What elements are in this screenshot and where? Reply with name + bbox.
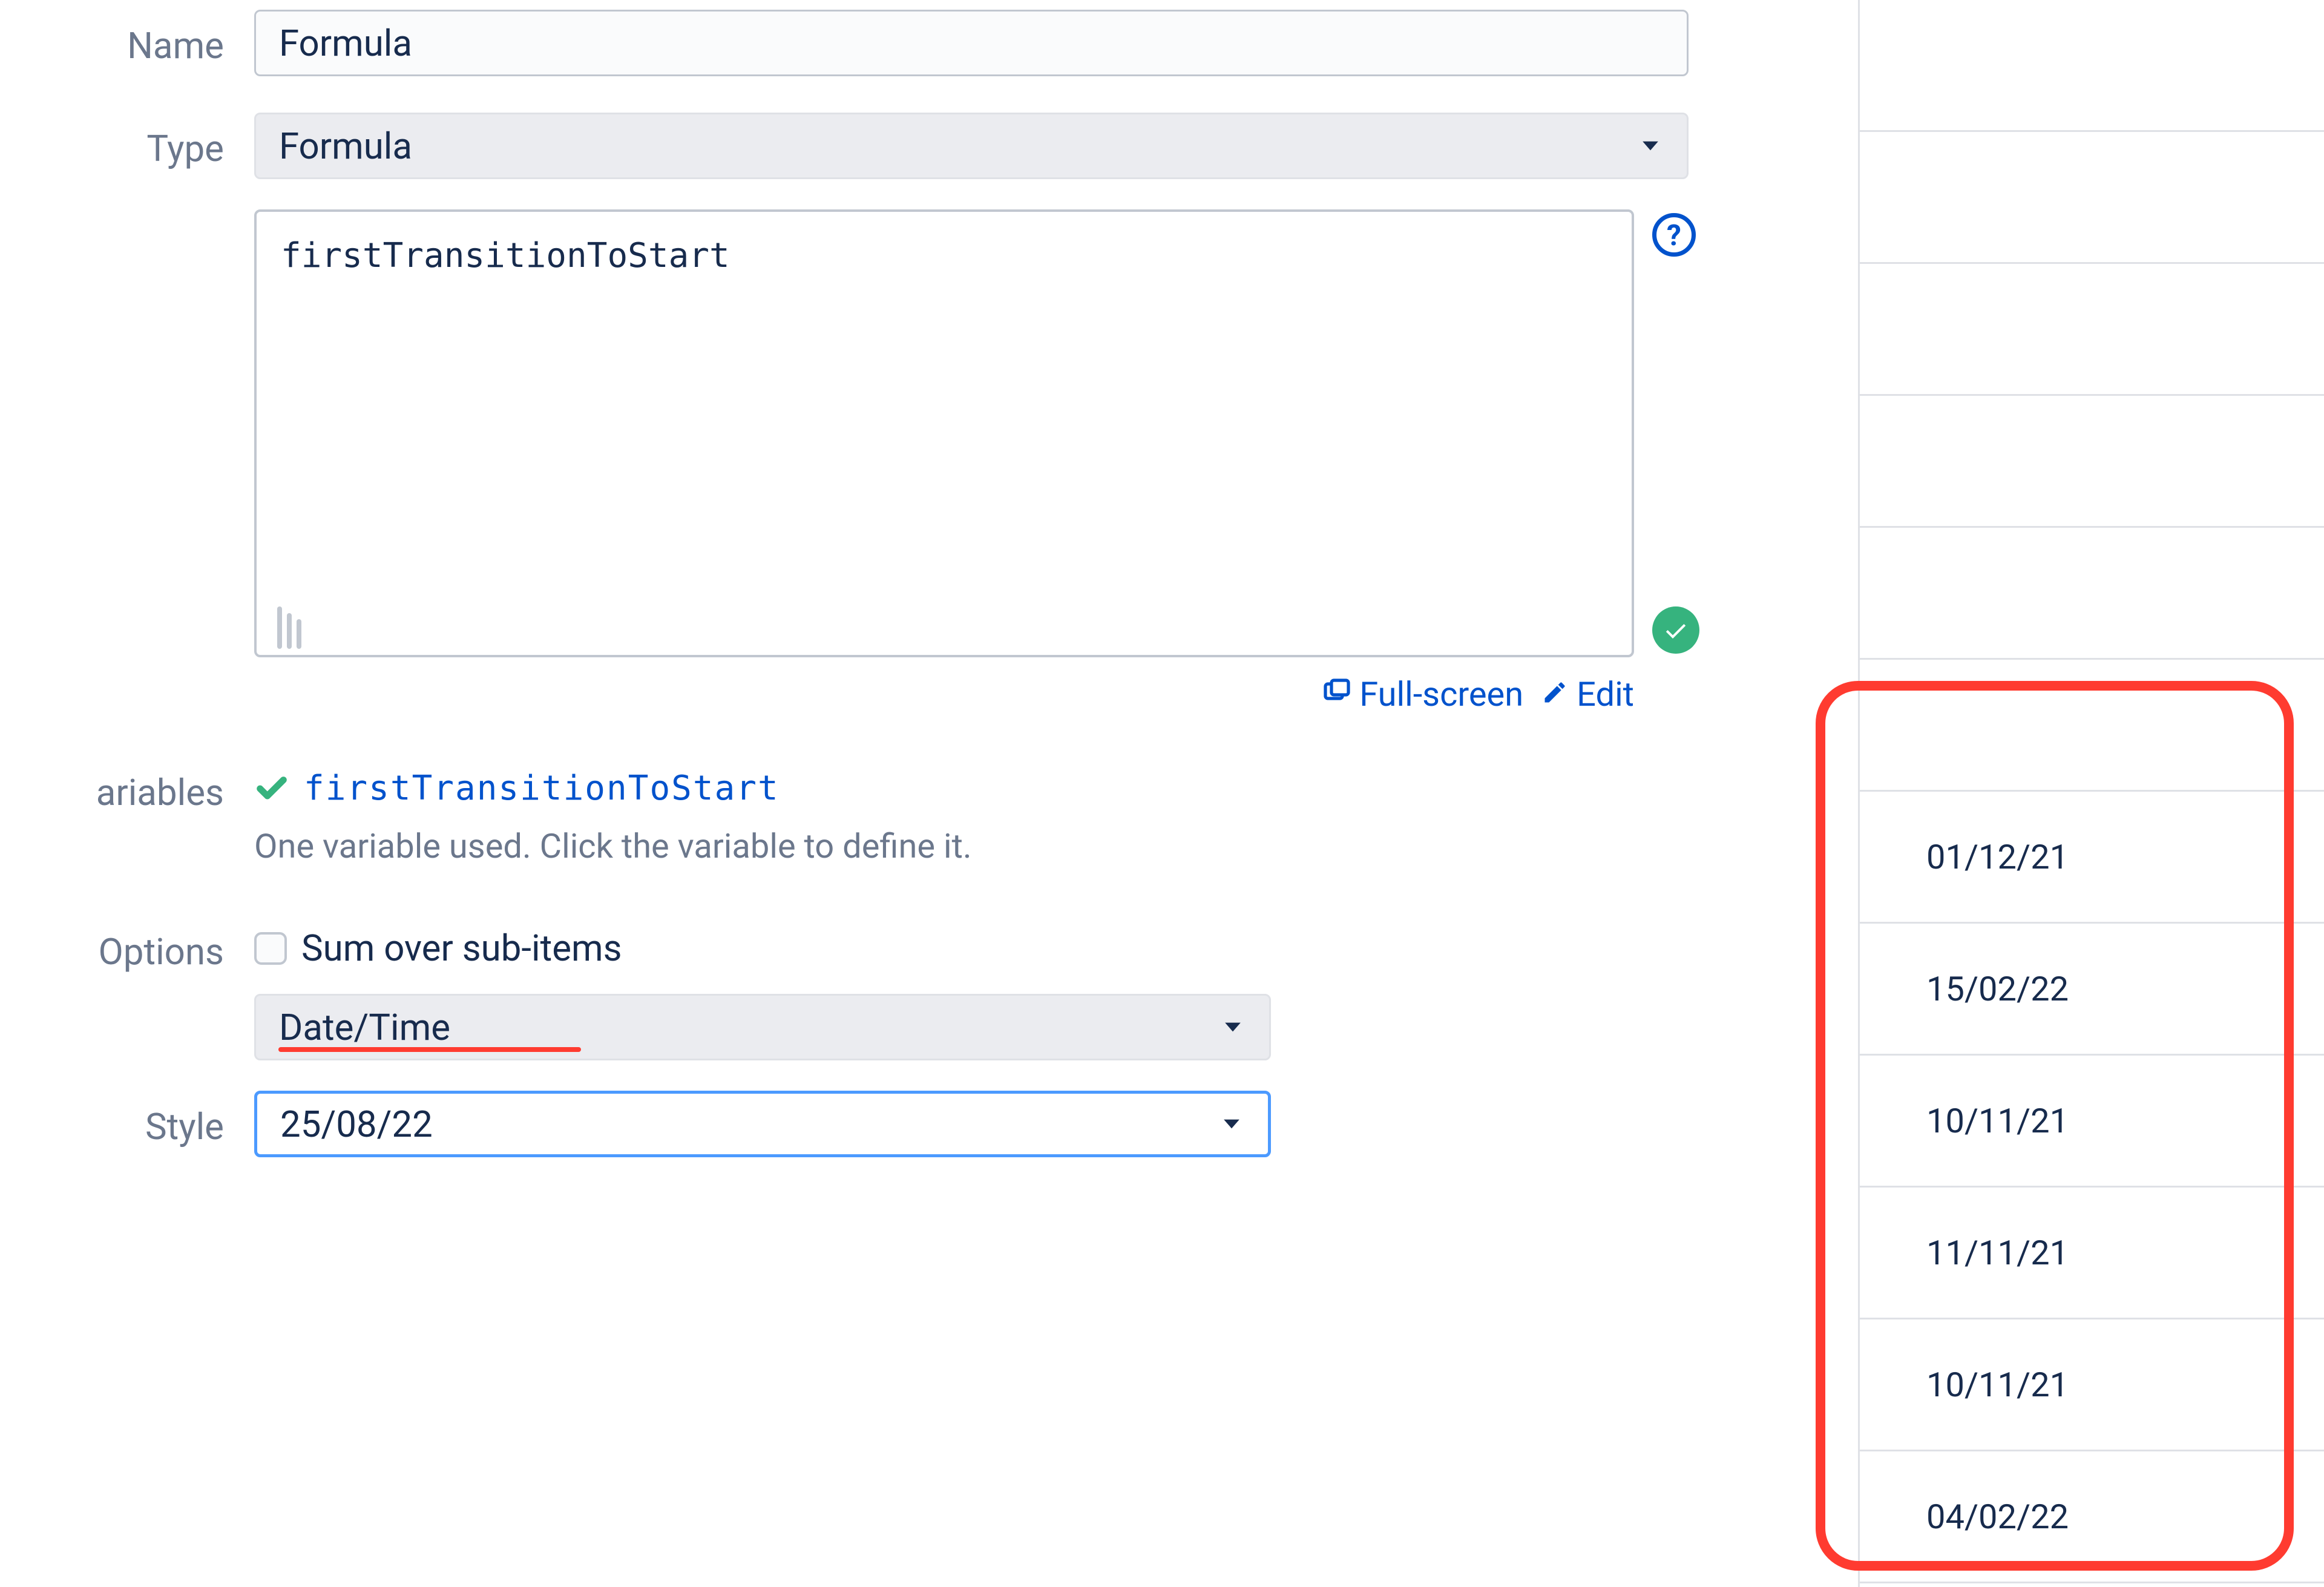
check-circle-icon — [1652, 606, 1699, 654]
date-cell: 15/02/22 — [1926, 969, 2069, 1009]
type-label: Type — [0, 113, 254, 170]
date-cell: 01/12/21 — [1926, 837, 2069, 877]
name-input[interactable]: Formula — [254, 10, 1689, 76]
fullscreen-label: Full-screen — [1359, 674, 1523, 714]
style-select-value: 25/08/22 — [280, 1103, 433, 1146]
fullscreen-icon — [1322, 674, 1351, 714]
type-select-value: Formula — [279, 125, 412, 168]
table-row: 10/11/21 — [1860, 1056, 2324, 1188]
type-select[interactable]: Formula — [254, 113, 1689, 179]
date-cell: 04/02/22 — [1926, 1497, 2069, 1537]
sum-over-subitems-label: Sum over sub-items — [301, 927, 622, 970]
table-row: 10/11/21 — [1860, 1319, 2324, 1451]
chevron-down-icon — [1637, 133, 1664, 159]
table-row: 11/11/21 — [1860, 1188, 2324, 1319]
fullscreen-link[interactable]: Full-screen — [1322, 674, 1523, 714]
table-row — [1860, 264, 2324, 396]
pencil-icon — [1541, 674, 1568, 714]
date-cell: 10/11/21 — [1926, 1365, 2069, 1405]
table-row — [1860, 132, 2324, 264]
table-row: 01/12/21 — [1860, 792, 2324, 924]
form-panel: Name Formula Type Formula firstTr — [0, 0, 1804, 1163]
edit-label: Edit — [1577, 674, 1634, 714]
check-icon — [254, 771, 289, 806]
style-select[interactable]: 25/08/22 — [254, 1091, 1271, 1157]
format-select-value: Date/Time — [279, 1006, 450, 1049]
formula-textarea[interactable]: firstTransitionToStart — [254, 209, 1634, 657]
annotation-underline — [278, 1047, 581, 1052]
options-label: Options — [0, 927, 254, 973]
date-cell: 11/11/21 — [1926, 1233, 2069, 1273]
formula-text: firstTransitionToStart — [281, 236, 730, 275]
chevron-down-icon — [1219, 1014, 1246, 1040]
sum-over-subitems-checkbox[interactable] — [254, 932, 287, 965]
edit-link[interactable]: Edit — [1541, 674, 1634, 714]
name-label: Name — [0, 10, 254, 67]
table-row — [1860, 528, 2324, 660]
resize-grip-icon — [264, 606, 306, 649]
variables-hint: One variable used. Click the variable to… — [254, 826, 1804, 866]
table-row — [1860, 396, 2324, 528]
help-icon[interactable]: ? — [1652, 213, 1696, 257]
name-input-value: Formula — [279, 22, 412, 65]
table-row — [1860, 660, 2324, 792]
chevron-down-icon — [1218, 1111, 1245, 1137]
table-row: 04/02/22 — [1860, 1451, 2324, 1583]
date-cell: 10/11/21 — [1926, 1101, 2069, 1141]
table-row: 15/02/22 — [1860, 924, 2324, 1056]
variable-link[interactable]: firstTransitionToStart — [304, 769, 780, 808]
preview-column: 01/12/21 15/02/22 10/11/21 11/11/21 10/1… — [1858, 0, 2324, 1587]
table-row — [1860, 0, 2324, 132]
style-label: Style — [0, 1091, 254, 1148]
variables-label: ariables — [0, 769, 254, 814]
